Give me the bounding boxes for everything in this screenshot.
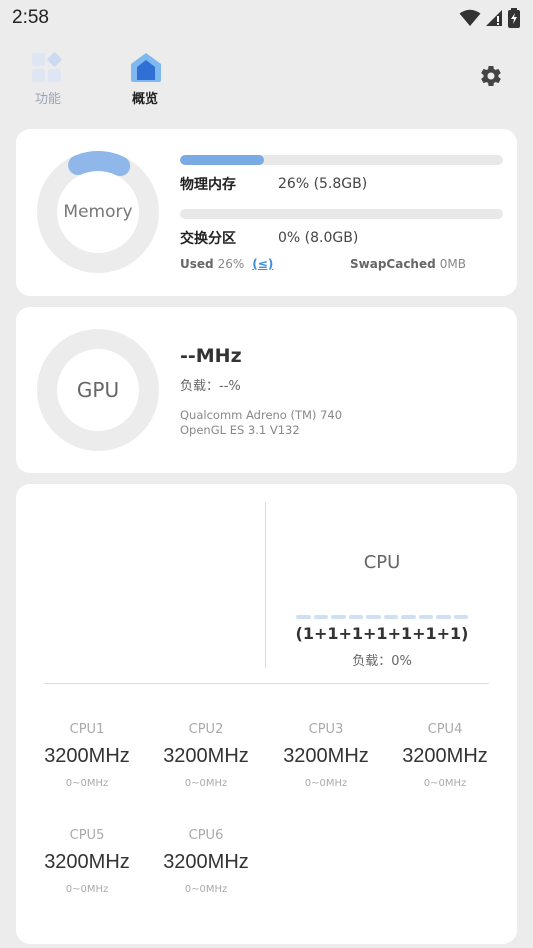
swap-bar: [180, 209, 503, 219]
swapcached-value: 0MB: [439, 257, 466, 271]
core-name: CPU6: [188, 828, 224, 843]
status-time: 2:58: [12, 7, 49, 28]
cpu-vertical-divider: [265, 502, 266, 668]
cpu-load-dash: [296, 615, 311, 619]
cpu-load-dash: [418, 615, 433, 619]
core-range: 0~0MHz: [423, 778, 467, 789]
cpu-card[interactable]: CPU (1+1+1+1+1+1+1) 负载：0% CPU1 3200MHz 0…: [16, 484, 517, 944]
swap-value: 0% (8.0GB): [278, 230, 359, 246]
core-frequency: 3200MHz: [402, 745, 488, 767]
core-frequency: 3200MHz: [44, 745, 130, 767]
status-icons: [459, 8, 521, 28]
cpu-core-4: CPU4 3200MHz 0~0MHz: [385, 722, 505, 789]
cpu-load-dash: [383, 615, 398, 619]
memory-ring: Memory: [36, 150, 160, 274]
core-range: 0~0MHz: [65, 884, 109, 895]
tab-overview-label: 概览: [131, 92, 158, 107]
top-bar: 功能 概览: [0, 44, 533, 116]
core-range: 0~0MHz: [184, 884, 228, 895]
cpu-load-indicators: [296, 615, 468, 620]
physical-memory-value: 26% (5.8GB): [278, 176, 368, 192]
core-name: CPU4: [427, 722, 463, 737]
cpu-load-dash: [401, 615, 416, 619]
used-label: Used: [180, 257, 214, 271]
status-bar: 2:58: [0, 0, 533, 36]
gpu-ring-label: GPU: [76, 378, 120, 402]
cpu-core-3: CPU3 3200MHz 0~0MHz: [266, 722, 386, 789]
core-range: 0~0MHz: [304, 778, 348, 789]
physical-memory-label: 物理内存: [180, 177, 236, 193]
memory-footer: Used 26% (≤) SwapCached 0MB: [180, 257, 503, 271]
core-name: CPU5: [69, 828, 105, 843]
cpu-load: 负载：0%: [352, 654, 412, 669]
battery-icon: [507, 8, 521, 28]
core-name: CPU1: [69, 722, 105, 737]
core-frequency: 3200MHz: [44, 851, 130, 873]
core-range: 0~0MHz: [65, 778, 109, 789]
cpu-load-dash: [348, 615, 363, 619]
cpu-core-1: CPU1 3200MHz 0~0MHz: [27, 722, 147, 789]
cpu-load-dash: [331, 615, 346, 619]
cpu-load-dash: [436, 615, 451, 619]
cpu-core-2: CPU2 3200MHz 0~0MHz: [146, 722, 266, 789]
core-name: CPU2: [188, 722, 224, 737]
gpu-ring: GPU: [36, 328, 160, 452]
cpu-core-6: CPU6 3200MHz 0~0MHz: [146, 828, 266, 895]
gpu-card[interactable]: GPU --MHz 负载：--% Qualcomm Adreno (TM) 74…: [16, 307, 517, 473]
core-range: 0~0MHz: [184, 778, 228, 789]
core-name: CPU3: [308, 722, 344, 737]
used-value: 26%: [217, 257, 245, 271]
gpu-api-version: OpenGL ES 3.1 V132: [180, 423, 300, 437]
swap-label: 交换分区: [180, 231, 236, 247]
cpu-horizontal-divider: [44, 683, 489, 684]
gpu-frequency: --MHz: [180, 345, 242, 367]
cpu-title: CPU: [363, 552, 401, 573]
gear-icon: [479, 66, 503, 92]
core-frequency: 3200MHz: [163, 745, 249, 767]
cpu-core-5: CPU5 3200MHz 0~0MHz: [27, 828, 147, 895]
tab-feature[interactable]: 功能: [13, 50, 83, 107]
settings-button[interactable]: [479, 64, 505, 90]
memory-ring-label: Memory: [63, 202, 133, 222]
apps-icon: [30, 50, 66, 84]
home-icon: [127, 50, 163, 84]
gpu-model: Qualcomm Adreno (TM) 740 OpenGL ES 3.1 V…: [180, 408, 342, 438]
gpu-load: 负载：--%: [180, 379, 241, 394]
cpu-load-dash: [313, 615, 328, 619]
gpu-model-name: Qualcomm Adreno (TM) 740: [180, 408, 343, 422]
gpu-info: --MHz 负载：--% Qualcomm Adreno (TM) 740 Op…: [180, 345, 342, 438]
cpu-cores-config: (1+1+1+1+1+1+1): [295, 624, 469, 643]
swapcached-label: SwapCached: [350, 257, 436, 271]
physical-memory-bar: [180, 155, 503, 165]
wifi-icon: [459, 9, 481, 27]
signal-icon: [485, 9, 503, 27]
memory-card[interactable]: Memory 物理内存 26% (5.8GB) 交换分区 0% (8.0GB) …: [16, 129, 517, 296]
memory-info: 物理内存 26% (5.8GB) 交换分区 0% (8.0GB) Used 26…: [180, 155, 503, 271]
used-details-link[interactable]: (≤): [252, 257, 273, 271]
tab-overview[interactable]: 概览: [110, 50, 180, 107]
core-frequency: 3200MHz: [283, 745, 369, 767]
tab-feature-label: 功能: [34, 92, 61, 107]
cpu-load-dash: [453, 615, 468, 619]
core-frequency: 3200MHz: [163, 851, 249, 873]
cpu-load-dash: [366, 615, 381, 619]
